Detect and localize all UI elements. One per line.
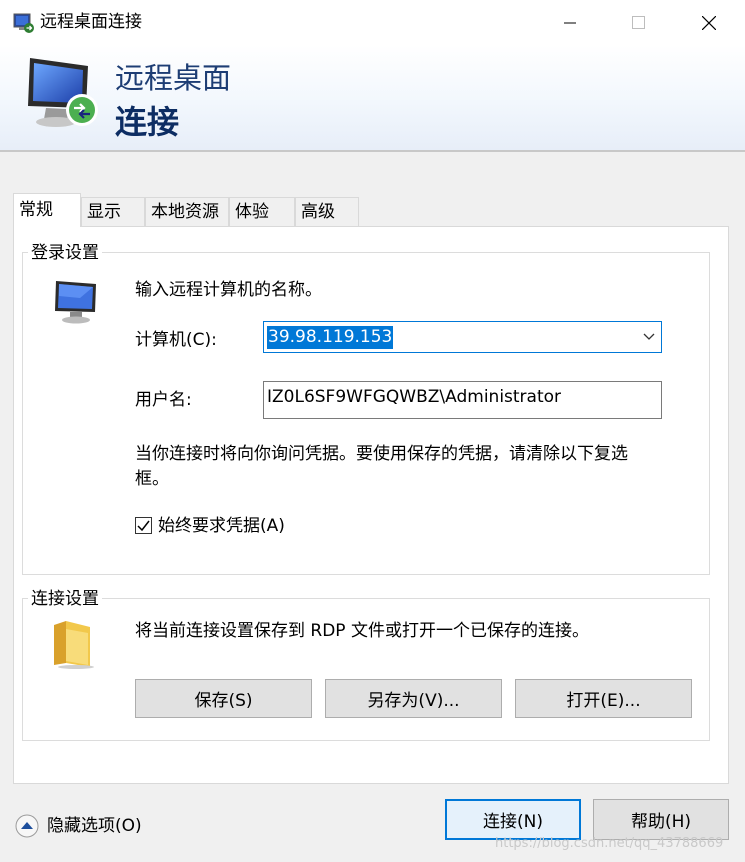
minimize-button[interactable] <box>547 0 593 45</box>
close-button[interactable] <box>686 0 732 45</box>
open-button[interactable]: 打开(E)... <box>515 679 692 718</box>
login-settings-legend: 登录设置 <box>28 242 102 264</box>
login-instruction: 输入远程计算机的名称。 <box>135 280 322 300</box>
checkmark-icon <box>137 520 150 532</box>
save-as-button[interactable]: 另存为(V)... <box>325 679 502 718</box>
computer-value: 39.98.119.153 <box>267 326 394 349</box>
username-field[interactable]: IZ0L6SF9WFGQWBZ\Administrator <box>263 381 662 419</box>
folder-icon <box>50 617 98 669</box>
save-button[interactable]: 保存(S) <box>135 679 312 718</box>
maximize-icon <box>631 16 645 29</box>
always-ask-label[interactable]: 始终要求凭据(A) <box>158 514 285 538</box>
username-value: IZ0L6SF9WFGQWBZ\Administrator <box>267 387 562 407</box>
tab-advanced[interactable]: 高级 <box>295 197 359 226</box>
computer-label: 计算机(C): <box>135 330 217 350</box>
banner-divider <box>0 150 745 152</box>
header-title-line1: 远程桌面 <box>115 61 232 95</box>
maximize-button <box>615 0 661 45</box>
connect-button[interactable]: 连接(N) <box>445 799 581 840</box>
credentials-info-line2: 框。 <box>135 469 169 489</box>
tab-display[interactable]: 显示 <box>81 197 145 226</box>
watermark: https://blog.csdn.net/qq_43788669 <box>495 836 724 851</box>
header-banner <box>0 45 745 150</box>
tab-experience[interactable]: 体验 <box>229 197 295 226</box>
window-title: 远程桌面连接 <box>40 12 142 32</box>
monitor-icon <box>22 52 102 132</box>
hide-options-label[interactable]: 隐藏选项(O) <box>47 814 142 838</box>
computer-icon <box>50 278 102 326</box>
connection-description: 将当前连接设置保存到 RDP 文件或打开一个已保存的连接。 <box>135 621 589 641</box>
connection-settings-legend: 连接设置 <box>28 588 102 610</box>
close-icon <box>702 15 716 30</box>
always-ask-checkbox[interactable] <box>135 517 152 534</box>
help-button[interactable]: 帮助(H) <box>593 799 729 840</box>
chevron-up-icon <box>15 814 39 838</box>
remote-desktop-icon <box>12 11 36 35</box>
tab-local-resources[interactable]: 本地资源 <box>145 197 229 226</box>
header-title-line2: 连接 <box>115 103 180 141</box>
minimize-icon <box>564 22 576 23</box>
tab-general[interactable]: 常规 <box>13 193 81 227</box>
credentials-info-line1: 当你连接时将向你询问凭据。要使用保存的凭据，请清除以下复选 <box>135 444 628 464</box>
hide-options-toggle[interactable] <box>15 814 39 838</box>
computer-combobox[interactable]: 39.98.119.153 <box>263 321 662 353</box>
chevron-down-icon[interactable] <box>643 331 655 343</box>
username-label: 用户名: <box>135 390 192 410</box>
